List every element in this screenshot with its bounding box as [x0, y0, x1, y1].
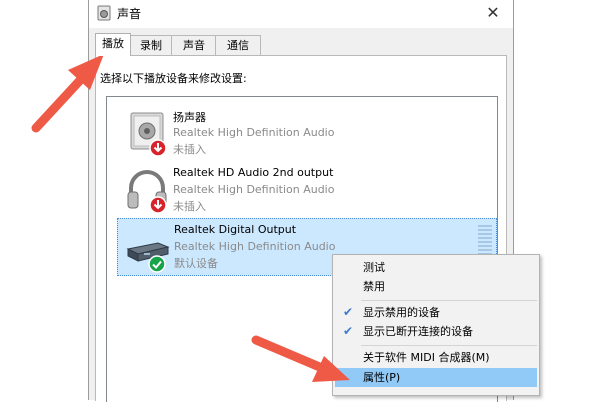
device-status: 默认设备 — [174, 257, 218, 270]
menu-item-label: 属性(P) — [363, 371, 401, 384]
menu-separator — [361, 300, 537, 301]
unplugged-status-icon — [149, 196, 167, 214]
device-name: Realtek Digital Output — [174, 223, 297, 236]
menu-item-label: 测试 — [363, 261, 385, 274]
speaker-icon — [97, 5, 111, 21]
device-subtitle: Realtek High Definition Audio — [174, 240, 336, 253]
unplugged-status-icon — [149, 139, 167, 157]
device-subtitle: Realtek High Definition Audio — [173, 183, 335, 196]
menu-item-label: 关于软件 MIDI 合成器(M) — [363, 351, 490, 364]
tab-sounds[interactable]: 声音 — [171, 35, 217, 55]
menu-item-show-disabled[interactable]: ✔ 显示禁用的设备 — [335, 303, 537, 322]
device-status: 未插入 — [173, 143, 206, 156]
menu-item-test[interactable]: 测试 — [335, 258, 537, 277]
menu-item-disable[interactable]: 禁用 — [335, 277, 537, 296]
menu-item-label: 禁用 — [363, 280, 385, 293]
menu-separator — [361, 345, 537, 346]
window-title: 声音 — [117, 7, 142, 21]
checkmark-icon: ✔ — [343, 305, 354, 319]
tab-recording[interactable]: 录制 — [129, 35, 173, 55]
checkmark-icon: ✔ — [343, 324, 354, 338]
context-menu: 测试 禁用 ✔ 显示禁用的设备 ✔ 显示已断开连接的设备 关于软件 MIDI 合… — [332, 254, 540, 396]
menu-item-about-midi[interactable]: 关于软件 MIDI 合成器(M) — [335, 348, 537, 367]
default-device-check-icon — [148, 255, 166, 273]
menu-item-label: 显示已断开连接的设备 — [363, 325, 473, 338]
device-name: 扬声器 — [173, 111, 206, 124]
device-name: Realtek HD Audio 2nd output — [173, 166, 334, 179]
tab-playback[interactable]: 播放 — [95, 33, 131, 56]
tab-communications[interactable]: 通信 — [215, 35, 261, 55]
device-item-hd-audio-2nd-output[interactable]: Realtek HD Audio 2nd output Realtek High… — [117, 162, 495, 218]
title-bar[interactable]: 声音 ✕ — [89, 0, 513, 28]
menu-item-label: 显示禁用的设备 — [363, 306, 440, 319]
close-button[interactable]: ✕ — [473, 0, 513, 28]
device-status: 未插入 — [173, 200, 206, 213]
menu-item-properties[interactable]: 属性(P) — [335, 368, 537, 387]
close-icon: ✕ — [486, 3, 500, 22]
device-subtitle: Realtek High Definition Audio — [173, 126, 335, 139]
device-item-speakers[interactable]: 扬声器 Realtek High Definition Audio 未插入 — [117, 105, 495, 161]
menu-item-show-disconnected[interactable]: ✔ 显示已断开连接的设备 — [335, 322, 537, 341]
instruction-text: 选择以下播放设备来修改设置: — [100, 72, 247, 85]
